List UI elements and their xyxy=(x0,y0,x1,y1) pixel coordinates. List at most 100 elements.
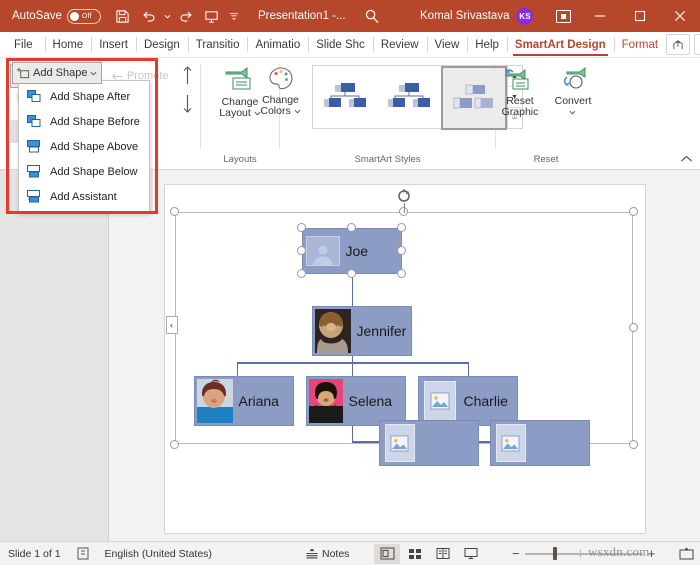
slide-show-view-button[interactable] xyxy=(458,544,484,564)
node-image-selena[interactable] xyxy=(309,379,343,423)
redo-icon[interactable] xyxy=(174,4,198,28)
language-indicator[interactable]: English (United States) xyxy=(97,542,220,565)
tab-slide-show[interactable]: Slide Shc xyxy=(308,32,373,57)
node-handle-top-center[interactable] xyxy=(347,223,356,232)
node-handle-top-right[interactable] xyxy=(397,223,406,232)
convert-button[interactable]: Convert xyxy=(549,62,597,121)
avatar[interactable]: KS xyxy=(516,8,533,25)
node-handle-bottom-center[interactable] xyxy=(347,269,356,278)
slide-indicator[interactable]: Slide 1 of 1 xyxy=(0,542,69,565)
slide-canvas[interactable]: Joe xyxy=(164,184,646,534)
collapse-ribbon-button[interactable] xyxy=(680,155,693,166)
menu-item-add-assistant[interactable]: Add Assistant xyxy=(19,184,149,209)
node-image-jennifer[interactable] xyxy=(315,309,351,353)
reading-view-button[interactable] xyxy=(430,544,456,564)
node-handle-bottom-left[interactable] xyxy=(297,269,306,278)
change-colors-button[interactable]: Change Colors xyxy=(253,62,309,120)
notes-button[interactable]: Notes xyxy=(305,547,349,560)
save-icon[interactable] xyxy=(111,4,135,28)
smartart-style-thumbnail-1[interactable] xyxy=(313,66,377,128)
zoom-out-button[interactable]: − xyxy=(512,546,520,561)
smartart-node-selena[interactable]: Selena xyxy=(306,376,406,426)
start-presentation-icon[interactable] xyxy=(200,4,224,28)
resize-handle-bottom-right[interactable] xyxy=(629,440,638,449)
share-icon[interactable] xyxy=(666,34,690,55)
menu-item-add-shape-before[interactable]: Add Shape Before xyxy=(19,109,149,134)
resize-handle-middle-right[interactable] xyxy=(629,323,638,332)
chevron-down-icon xyxy=(90,71,97,76)
smartart-graphic[interactable]: Joe xyxy=(175,212,633,444)
slide-sorter-view-button[interactable] xyxy=(402,544,428,564)
ribbon-display-options-icon[interactable] xyxy=(546,0,580,32)
normal-view-button[interactable] xyxy=(374,544,400,564)
tab-slide-show-label: Slide Shc xyxy=(316,39,365,51)
smartart-styles-gallery[interactable]: ▲ ▼ ⍗ xyxy=(312,65,523,129)
autosave-control[interactable]: AutoSave Off xyxy=(12,9,101,24)
fit-slide-to-window-button[interactable] xyxy=(679,547,694,561)
notes-icon xyxy=(305,547,319,560)
node-handle-middle-right[interactable] xyxy=(397,246,406,255)
smartart-node-child-1[interactable] xyxy=(379,420,479,466)
smartart-node-charlie[interactable]: Charlie xyxy=(418,376,518,426)
placeholder-picture-icon xyxy=(496,424,526,462)
smartart-style-thumbnail-2[interactable] xyxy=(377,66,441,128)
undo-icon[interactable] xyxy=(137,4,161,28)
tab-review[interactable]: Review xyxy=(373,32,427,57)
tab-design[interactable]: Design xyxy=(136,32,188,57)
accessibility-checker-icon[interactable] xyxy=(69,542,97,565)
menu-item-add-shape-after[interactable]: Add Shape After xyxy=(19,84,149,109)
resize-handle-top-left[interactable] xyxy=(170,207,179,216)
close-icon[interactable] xyxy=(660,0,700,32)
smartart-node-joe[interactable]: Joe xyxy=(302,228,402,274)
tab-view[interactable]: View xyxy=(427,32,468,57)
ribbon-tabs: File Home Insert Design Transitio Animat… xyxy=(0,32,700,58)
resize-handle-top-right[interactable] xyxy=(629,207,638,216)
search-icon[interactable] xyxy=(364,0,380,32)
add-shape-before-icon xyxy=(25,114,42,130)
document-title[interactable]: Presentation1 -... xyxy=(258,0,346,32)
tab-smartart-design[interactable]: SmartArt Design xyxy=(507,32,614,57)
group-label-reset: Reset xyxy=(496,151,596,169)
slide-thumbnail-pane[interactable] xyxy=(0,170,109,541)
tab-help[interactable]: Help xyxy=(467,32,507,57)
maximize-icon[interactable] xyxy=(620,0,660,32)
move-down-button[interactable] xyxy=(181,93,194,120)
tab-transitions[interactable]: Transitio xyxy=(188,32,248,57)
node-image-joe[interactable] xyxy=(306,234,340,268)
tab-animations[interactable]: Animatio xyxy=(247,32,308,57)
node-handle-top-left[interactable] xyxy=(297,223,306,232)
undo-dropdown-chevron-icon[interactable] xyxy=(163,4,172,28)
text-pane-toggle-button[interactable]: ‹ xyxy=(166,316,178,334)
tab-home[interactable]: Home xyxy=(45,32,92,57)
add-shape-icon xyxy=(17,67,30,80)
rotate-handle-icon[interactable] xyxy=(396,188,412,204)
menu-item-add-shape-below[interactable]: Add Shape Below xyxy=(19,159,149,184)
move-up-button[interactable] xyxy=(181,64,194,91)
customize-quick-access-toolbar-icon[interactable] xyxy=(226,4,242,28)
tab-file[interactable]: File xyxy=(0,32,45,57)
add-shape-button-active[interactable]: Add Shape xyxy=(12,62,102,84)
smartart-node-jennifer[interactable]: Jennifer xyxy=(312,306,412,356)
menu-item-add-shape-above[interactable]: Add Shape Above xyxy=(19,134,149,159)
minimize-icon[interactable] xyxy=(580,0,620,32)
view-buttons xyxy=(374,544,484,564)
reset-graphic-button[interactable]: Reset Graphic xyxy=(495,62,545,121)
autosave-toggle[interactable]: Off xyxy=(67,9,101,24)
node-image-charlie[interactable] xyxy=(422,379,458,423)
node-image-child-1[interactable] xyxy=(383,423,417,463)
node-handle-middle-left[interactable] xyxy=(297,246,306,255)
add-shape-dropdown-menu[interactable]: Add Shape After Add Shape Before Add Sha… xyxy=(18,80,150,213)
zoom-slider-knob[interactable] xyxy=(553,547,557,560)
tab-design-label: Design xyxy=(144,39,180,51)
comments-icon[interactable] xyxy=(694,34,700,55)
node-image-child-2[interactable] xyxy=(494,423,528,463)
smartart-node-ariana[interactable]: Ariana xyxy=(194,376,294,426)
node-image-ariana[interactable] xyxy=(197,379,233,423)
resize-handle-bottom-left[interactable] xyxy=(170,440,179,449)
tab-insert[interactable]: Insert xyxy=(91,32,136,57)
node-handle-bottom-right[interactable] xyxy=(397,269,406,278)
smartart-node-child-2[interactable] xyxy=(490,420,590,466)
user-account[interactable]: Komal Srivastava KS xyxy=(420,0,533,32)
tab-home-label: Home xyxy=(53,39,84,51)
tab-format[interactable]: Format xyxy=(614,32,666,57)
